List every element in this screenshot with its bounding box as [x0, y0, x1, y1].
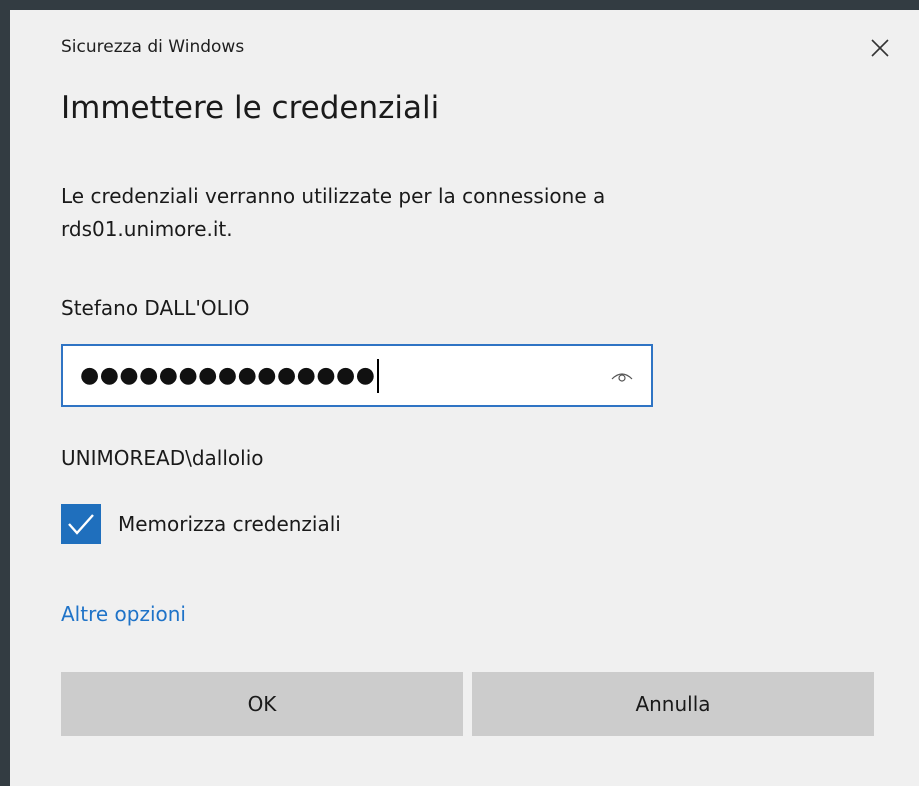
password-value: ●●●●●●●●●●●●●●●: [80, 362, 376, 388]
domain-user-label: UNIMOREAD\dallolio: [61, 446, 264, 470]
more-options-link[interactable]: Altre opzioni: [61, 602, 186, 626]
checkmark-icon: [68, 514, 94, 535]
dialog-description: Le credenziali verranno utilizzate per l…: [61, 184, 606, 241]
remember-credentials-checkbox[interactable]: [61, 504, 101, 544]
remember-credentials-label: Memorizza credenziali: [118, 512, 341, 536]
close-button[interactable]: [862, 30, 898, 66]
password-input[interactable]: ●●●●●●●●●●●●●●●: [61, 344, 653, 407]
reveal-password-button[interactable]: [609, 363, 635, 389]
text-caret: [377, 358, 380, 393]
eye-icon: [611, 372, 633, 382]
close-icon: [871, 39, 889, 57]
cancel-button[interactable]: Annulla: [472, 672, 874, 736]
credentials-dialog: Sicurezza di Windows Immettere le creden…: [10, 10, 919, 786]
window-frame-top: [0, 0, 919, 10]
ok-button[interactable]: OK: [61, 672, 463, 736]
username-label: Stefano DALL'OLIO: [61, 296, 250, 320]
window-frame-left: [0, 0, 10, 786]
screen: Sicurezza di Windows Immettere le creden…: [0, 0, 919, 786]
dialog-heading: Immettere le credenziali: [61, 90, 440, 126]
remember-credentials-option[interactable]: Memorizza credenziali: [61, 504, 341, 544]
window-title: Sicurezza di Windows: [61, 37, 245, 57]
